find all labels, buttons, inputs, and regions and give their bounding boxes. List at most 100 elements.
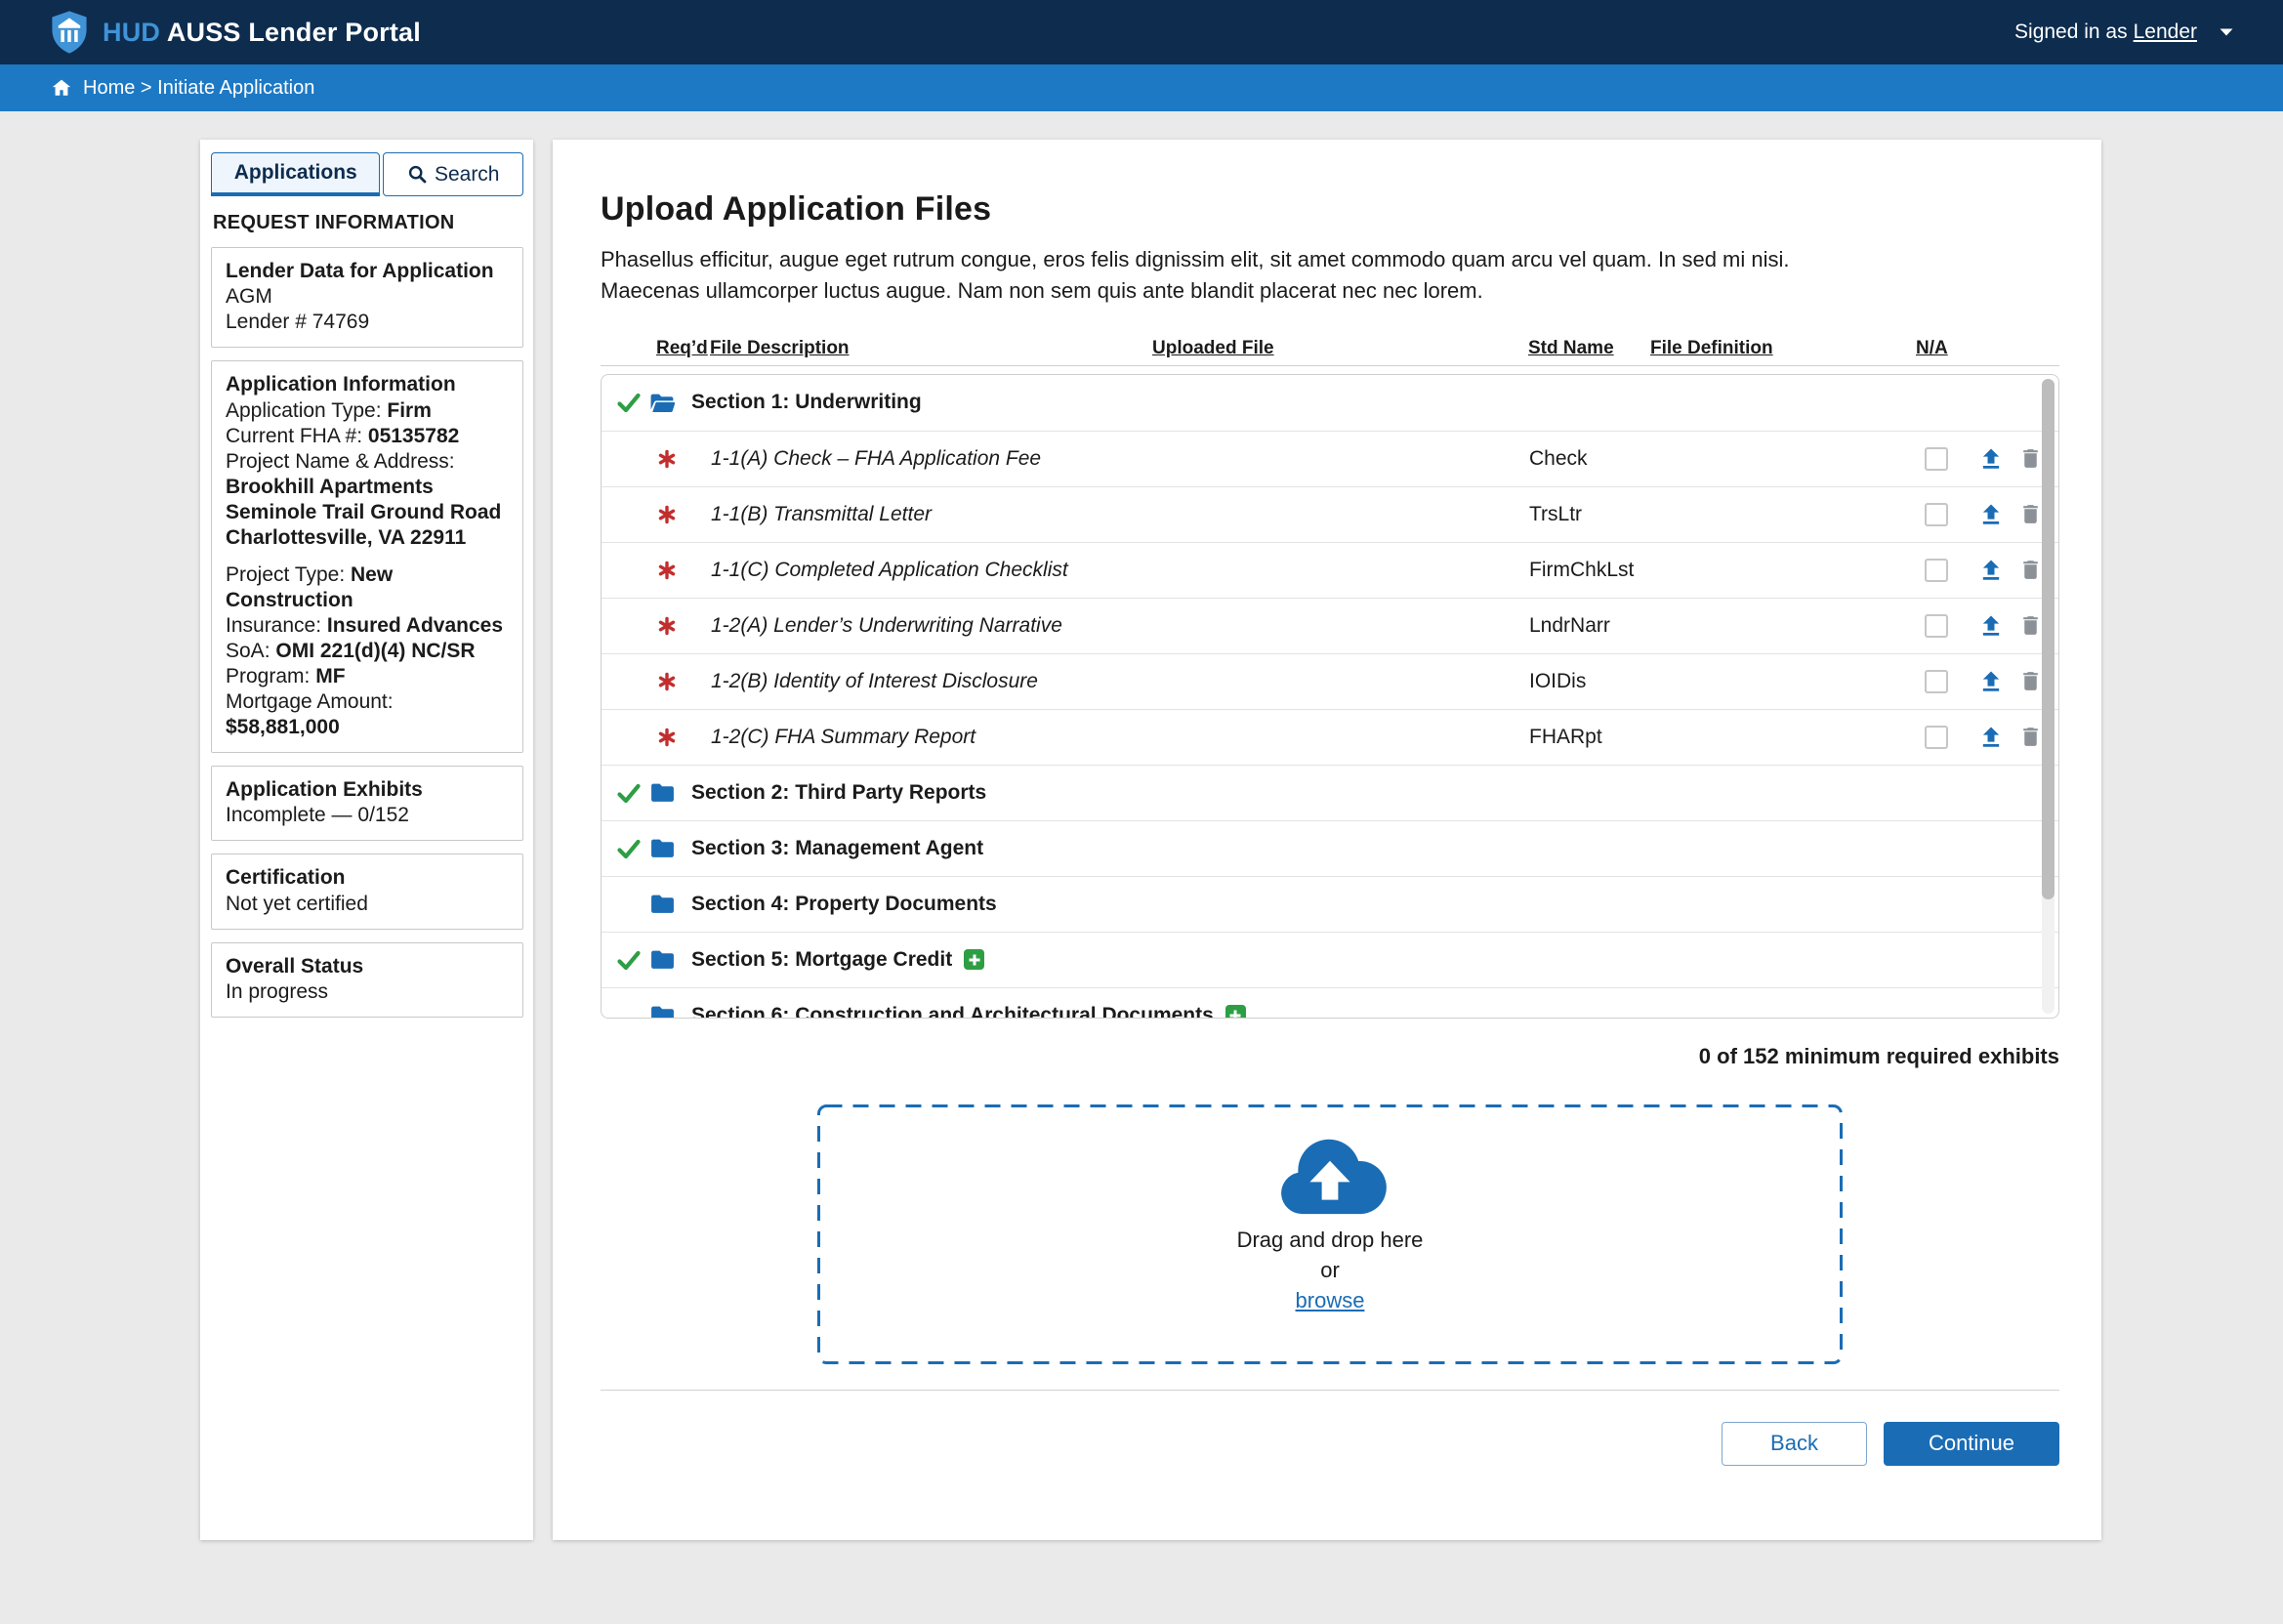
file-row: 1-2(A) Lender’s Underwriting Narrative L… — [602, 598, 2058, 653]
section-row[interactable]: Section 4: Property Documents — [602, 876, 2058, 932]
hud-logo-icon — [49, 10, 90, 55]
table-scrollbar[interactable] — [2042, 379, 2055, 1014]
brand: HUD AUSS Lender Portal — [49, 10, 421, 55]
info-line: Current FHA #: 05135782 — [226, 424, 509, 449]
upload-icon[interactable] — [1977, 612, 2005, 640]
signed-in-menu[interactable]: Signed in as Lender — [2014, 21, 2234, 44]
section-check-cell — [616, 390, 649, 415]
section-label: Section 2: Third Party Reports — [691, 781, 986, 805]
table-header-rule — [601, 365, 2059, 366]
na-checkbox[interactable] — [1925, 503, 1948, 526]
breadcrumb-text[interactable]: Home > Initiate Application — [83, 77, 314, 100]
breadcrumb[interactable]: Home > Initiate Application — [0, 64, 2283, 111]
search-icon — [407, 164, 428, 185]
add-file-icon[interactable] — [964, 949, 984, 970]
application-exhibits-status: Incomplete — 0/152 — [226, 803, 509, 828]
delete-icon[interactable] — [2018, 446, 2043, 471]
section-check-cell — [616, 836, 649, 861]
lender-number: Lender # 74769 — [226, 310, 509, 335]
delete-icon[interactable] — [2018, 669, 2043, 693]
required-cell — [657, 672, 711, 691]
table-scrollbar-thumb[interactable] — [2042, 379, 2055, 899]
section-check-cell — [616, 947, 649, 973]
upload-icon[interactable] — [1977, 557, 2005, 584]
browse-link[interactable]: browse — [1296, 1288, 1365, 1313]
dropzone-or-text: or — [1320, 1258, 1340, 1283]
upload-icon[interactable] — [1977, 724, 2005, 751]
file-std-name: IOIDis — [1529, 670, 1905, 693]
home-icon[interactable] — [51, 77, 72, 99]
back-button[interactable]: Back — [1722, 1422, 1867, 1466]
section-complete-check-icon — [616, 780, 642, 806]
section-folder-cell — [649, 781, 684, 804]
page-description: Phasellus efficitur, augue eget rutrum c… — [601, 244, 2059, 307]
section-row[interactable]: Section 6: Construction and Architectura… — [602, 987, 2058, 1019]
na-checkbox[interactable] — [1925, 614, 1948, 638]
folder-closed-icon — [649, 948, 676, 971]
upload-icon[interactable] — [1977, 668, 2005, 695]
file-description: 1-2(B) Identity of Interest Disclosure — [711, 670, 1529, 693]
file-table-body: Section 1: Underwriting 1-1(A) Check – F… — [602, 375, 2058, 1019]
application-exhibits-card: Application Exhibits Incomplete — 0/152 — [211, 766, 523, 841]
file-description: 1-1(C) Completed Application Checklist — [711, 559, 1529, 582]
upload-cell — [1967, 557, 2014, 584]
main-panel: Upload Application Files Phasellus effic… — [553, 140, 2101, 1540]
signed-in-user-link[interactable]: Lender — [2134, 21, 2197, 44]
application-exhibits-title: Application Exhibits — [226, 776, 509, 803]
folder-closed-icon — [649, 1004, 676, 1019]
column-header-uploaded-file[interactable]: Uploaded File — [1152, 338, 1274, 359]
folder-closed-icon — [649, 837, 676, 859]
required-cell — [657, 561, 711, 580]
tab-search-label: Search — [435, 163, 500, 187]
tab-applications[interactable]: Applications — [211, 152, 380, 196]
delete-icon[interactable] — [2018, 502, 2043, 526]
lender-name: AGM — [226, 284, 509, 310]
file-description: 1-2(A) Lender’s Underwriting Narrative — [711, 614, 1529, 638]
na-checkbox[interactable] — [1925, 726, 1948, 749]
upload-icon[interactable] — [1977, 501, 2005, 528]
section-row[interactable]: Section 5: Mortgage Credit — [602, 932, 2058, 987]
tab-search[interactable]: Search — [383, 152, 523, 196]
continue-button[interactable]: Continue — [1884, 1422, 2059, 1466]
overall-status-value: In progress — [226, 979, 509, 1005]
add-file-icon[interactable] — [1225, 1005, 1246, 1019]
section-row[interactable]: Section 1: Underwriting — [602, 375, 2058, 431]
delete-icon[interactable] — [2018, 558, 2043, 582]
required-cell — [657, 505, 711, 524]
file-description: 1-2(C) FHA Summary Report — [711, 726, 1529, 749]
chevron-down-icon[interactable] — [2219, 26, 2234, 38]
section-complete-check-icon — [616, 390, 642, 415]
column-header-na[interactable]: N/A — [1916, 338, 1948, 359]
upload-icon[interactable] — [1977, 445, 2005, 473]
required-exhibits-summary: 0 of 152 minimum required exhibits — [601, 1044, 2059, 1069]
required-asterisk-icon — [657, 561, 677, 580]
file-std-name: LndrNarr — [1529, 614, 1905, 638]
file-dropzone[interactable]: Drag and drop here or browse — [817, 1104, 1843, 1364]
required-cell — [657, 449, 711, 469]
signed-in-prefix: Signed in as — [2014, 21, 2128, 44]
section-folder-cell — [649, 893, 684, 915]
section-row[interactable]: Section 3: Management Agent — [602, 820, 2058, 876]
info-line: Project Type: New Construction — [226, 562, 509, 613]
folder-open-icon — [649, 392, 676, 414]
application-info-card: Application Information Application Type… — [211, 360, 523, 753]
delete-icon[interactable] — [2018, 613, 2043, 638]
na-checkbox[interactable] — [1925, 559, 1948, 582]
upload-cell — [1967, 501, 2014, 528]
delete-icon[interactable] — [2018, 725, 2043, 749]
na-checkbox[interactable] — [1925, 670, 1948, 693]
column-header-file-definition[interactable]: File Definition — [1650, 338, 1773, 359]
column-header-std-name[interactable]: Std Name — [1528, 338, 1614, 359]
info-line: Insurance: Insured Advances — [226, 613, 509, 639]
info-line: Brookhill Apartments — [226, 475, 509, 500]
file-description: 1-1(B) Transmittal Letter — [711, 503, 1529, 526]
na-checkbox[interactable] — [1925, 447, 1948, 471]
info-line: Mortgage Amount: $58,881,000 — [226, 689, 509, 740]
column-header-reqd[interactable]: Req’d — [656, 338, 708, 359]
column-header-file-description[interactable]: File Description — [710, 338, 850, 359]
section-row[interactable]: Section 2: Third Party Reports — [602, 765, 2058, 820]
info-line: SoA: OMI 221(d)(4) NC/SR — [226, 639, 509, 664]
required-asterisk-icon — [657, 449, 677, 469]
na-cell — [1905, 447, 1967, 471]
lender-data-title: Lender Data for Application — [226, 258, 509, 284]
